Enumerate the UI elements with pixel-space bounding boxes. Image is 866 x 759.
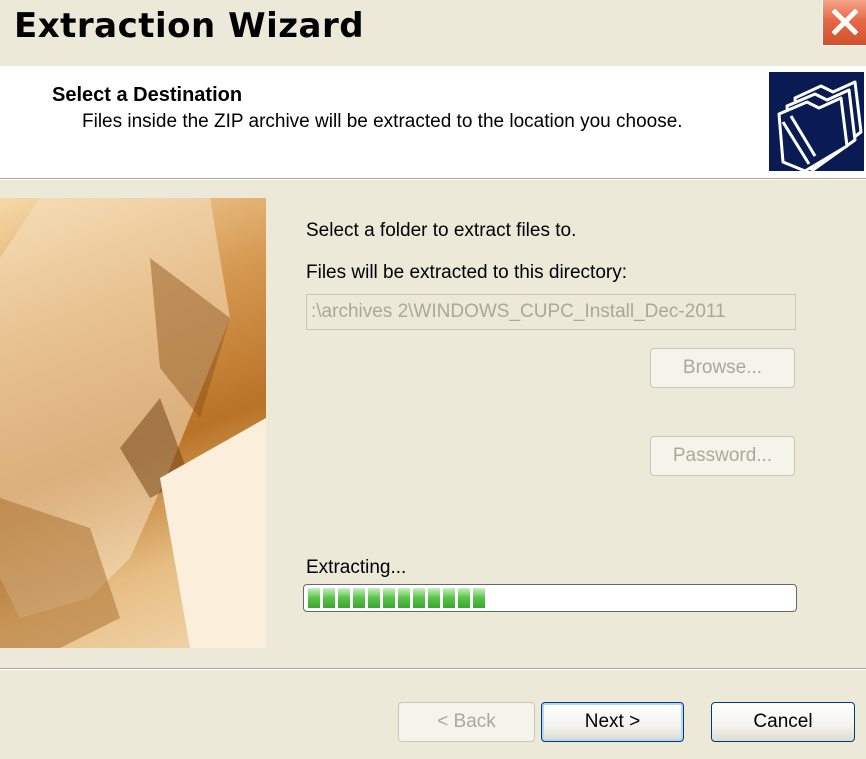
password-button[interactable]: Password... (650, 436, 795, 476)
browse-button[interactable]: Browse... (650, 348, 795, 388)
back-button[interactable]: < Back (398, 702, 535, 742)
progress-segment (473, 588, 485, 608)
progress-segment (443, 588, 455, 608)
destination-label: Files will be extracted to this director… (306, 262, 628, 283)
status-label: Extracting... (306, 557, 407, 578)
title-bar: Extraction Wizard (0, 0, 866, 66)
wizard-header: Select a Destination Files inside the ZI… (0, 66, 866, 178)
folders-icon (769, 72, 864, 173)
progress-segment (413, 588, 425, 608)
footer-separator-highlight (0, 669, 866, 670)
progress-segment (398, 588, 410, 608)
destination-path-field[interactable]: :\archives 2\WINDOWS_CUPC_Install_Dec-20… (306, 294, 796, 330)
progress-segment (308, 588, 320, 608)
next-button[interactable]: Next > (541, 702, 684, 742)
progress-segment (338, 588, 350, 608)
header-title: Select a Destination (52, 84, 243, 106)
progress-segment (428, 588, 440, 608)
cancel-button[interactable]: Cancel (711, 702, 855, 742)
progress-fill (308, 588, 792, 608)
progress-segment (458, 588, 470, 608)
select-folder-label: Select a folder to extract files to. (306, 220, 577, 241)
progress-segment (368, 588, 380, 608)
header-description: Files inside the ZIP archive will be ext… (82, 111, 683, 132)
window-title: Extraction Wizard (14, 6, 365, 46)
close-x-icon (832, 9, 858, 35)
progress-bar (303, 584, 797, 612)
header-separator-highlight (0, 179, 866, 180)
wizard-side-image (0, 198, 266, 648)
progress-segment (383, 588, 395, 608)
close-button[interactable] (822, 0, 866, 46)
progress-segment (353, 588, 365, 608)
progress-segment (323, 588, 335, 608)
